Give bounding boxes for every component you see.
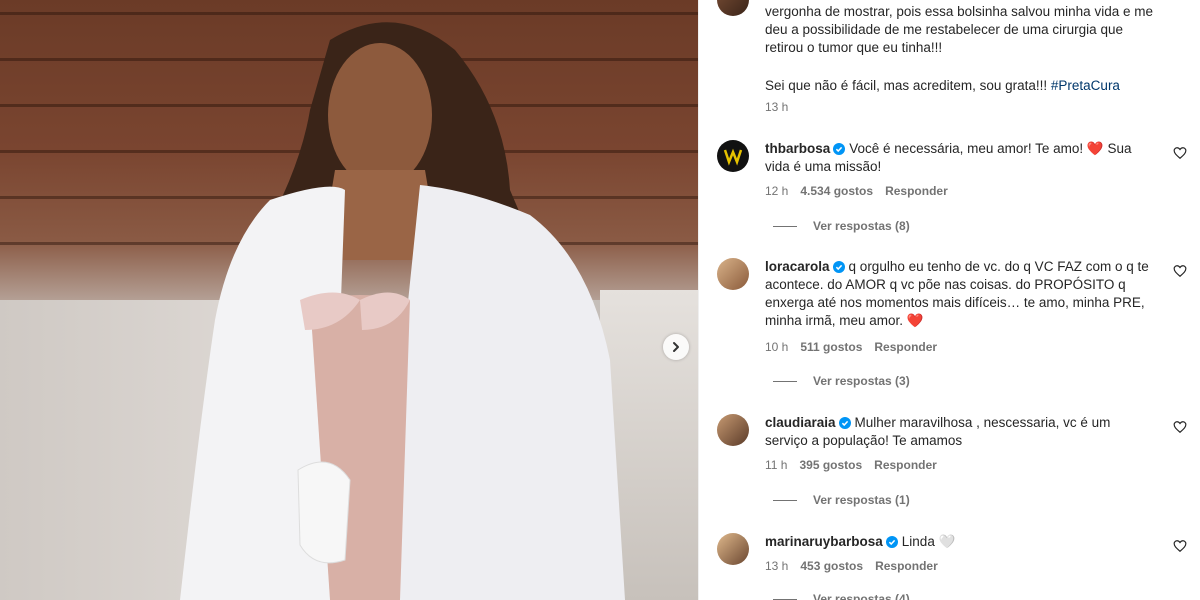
comment-time: 10 h [765,340,789,354]
hashtag-link[interactable]: #PretaCura [1051,78,1120,93]
avatar[interactable] [717,258,749,290]
comment-likes[interactable]: 453 gostos [800,559,863,573]
comment-meta: 12 h 4.534 gostos Responder [765,184,960,198]
comment-meta: 13 h 453 gostos Responder [765,559,950,573]
verified-badge-icon [885,536,898,548]
comment-username[interactable]: loracarola [765,259,830,274]
heart-outline-icon[interactable] [1173,420,1187,434]
heart-outline-icon[interactable] [1173,264,1187,278]
comments-panel: vergonha de mostrar, pois essa bolsinha … [698,0,1200,600]
caption-line: Sei que não é fácil, mas acreditem, sou … [765,78,1120,93]
comment-body: marinaruybarbosa Linda 🤍 [765,533,1149,551]
comment-meta: 11 h 395 gostos Responder [765,458,949,472]
comment-username[interactable]: claudiaraia [765,415,836,430]
post-caption: vergonha de mostrar, pois essa bolsinha … [765,3,1165,95]
avatar[interactable] [717,533,749,565]
heart-outline-icon[interactable] [1173,539,1187,553]
comment-time: 11 h [765,458,788,472]
verified-badge-icon [832,261,845,273]
comment-meta: 10 h 511 gostos Responder [765,340,949,354]
author-avatar[interactable] [717,0,749,16]
caption-line: retirou o tumor que eu tinha!!! [765,40,943,55]
caption-line: vergonha de mostrar, pois essa bolsinha … [765,4,1153,19]
comment-username[interactable]: marinaruybarbosa [765,534,883,549]
avatar[interactable] [717,414,749,446]
comment-time: 13 h [765,559,789,573]
woman-figure [180,22,625,600]
avatar[interactable] [717,140,749,172]
caption-time: 13 h [765,100,789,114]
comment-body: thbarbosa Você é necessária, meu amor! Te… [765,140,1149,176]
caption-line: deu a possibilidade de me restabelecer d… [765,22,1123,37]
view-replies-button[interactable]: Ver respostas (1) [773,493,910,507]
next-image-button[interactable] [663,334,689,360]
view-replies-button[interactable]: Ver respostas (8) [773,219,910,233]
post-photo[interactable] [0,0,698,600]
verified-badge-icon [833,143,846,155]
reply-button[interactable]: Responder [885,184,948,198]
chevron-right-icon [673,342,679,352]
comment-username[interactable]: thbarbosa [765,141,830,156]
verified-badge-icon [838,417,851,429]
reply-button[interactable]: Responder [875,559,938,573]
comment-body: claudiaraia Mulher maravilhosa , nescessa… [765,414,1149,450]
comment-body: loracarola q orgulho eu tenho de vc. do q… [765,258,1149,330]
view-replies-button[interactable]: Ver respostas (4) [773,592,910,600]
logo-icon [723,148,743,166]
reply-button[interactable]: Responder [874,458,937,472]
comment-likes[interactable]: 4.534 gostos [800,184,873,198]
reply-button[interactable]: Responder [874,340,937,354]
comment-time: 12 h [765,184,789,198]
comment-likes[interactable]: 511 gostos [800,340,862,354]
view-replies-button[interactable]: Ver respostas (3) [773,374,910,388]
comment-likes[interactable]: 395 gostos [799,458,862,472]
heart-outline-icon[interactable] [1173,146,1187,160]
comment-text: Linda 🤍 [901,534,956,549]
